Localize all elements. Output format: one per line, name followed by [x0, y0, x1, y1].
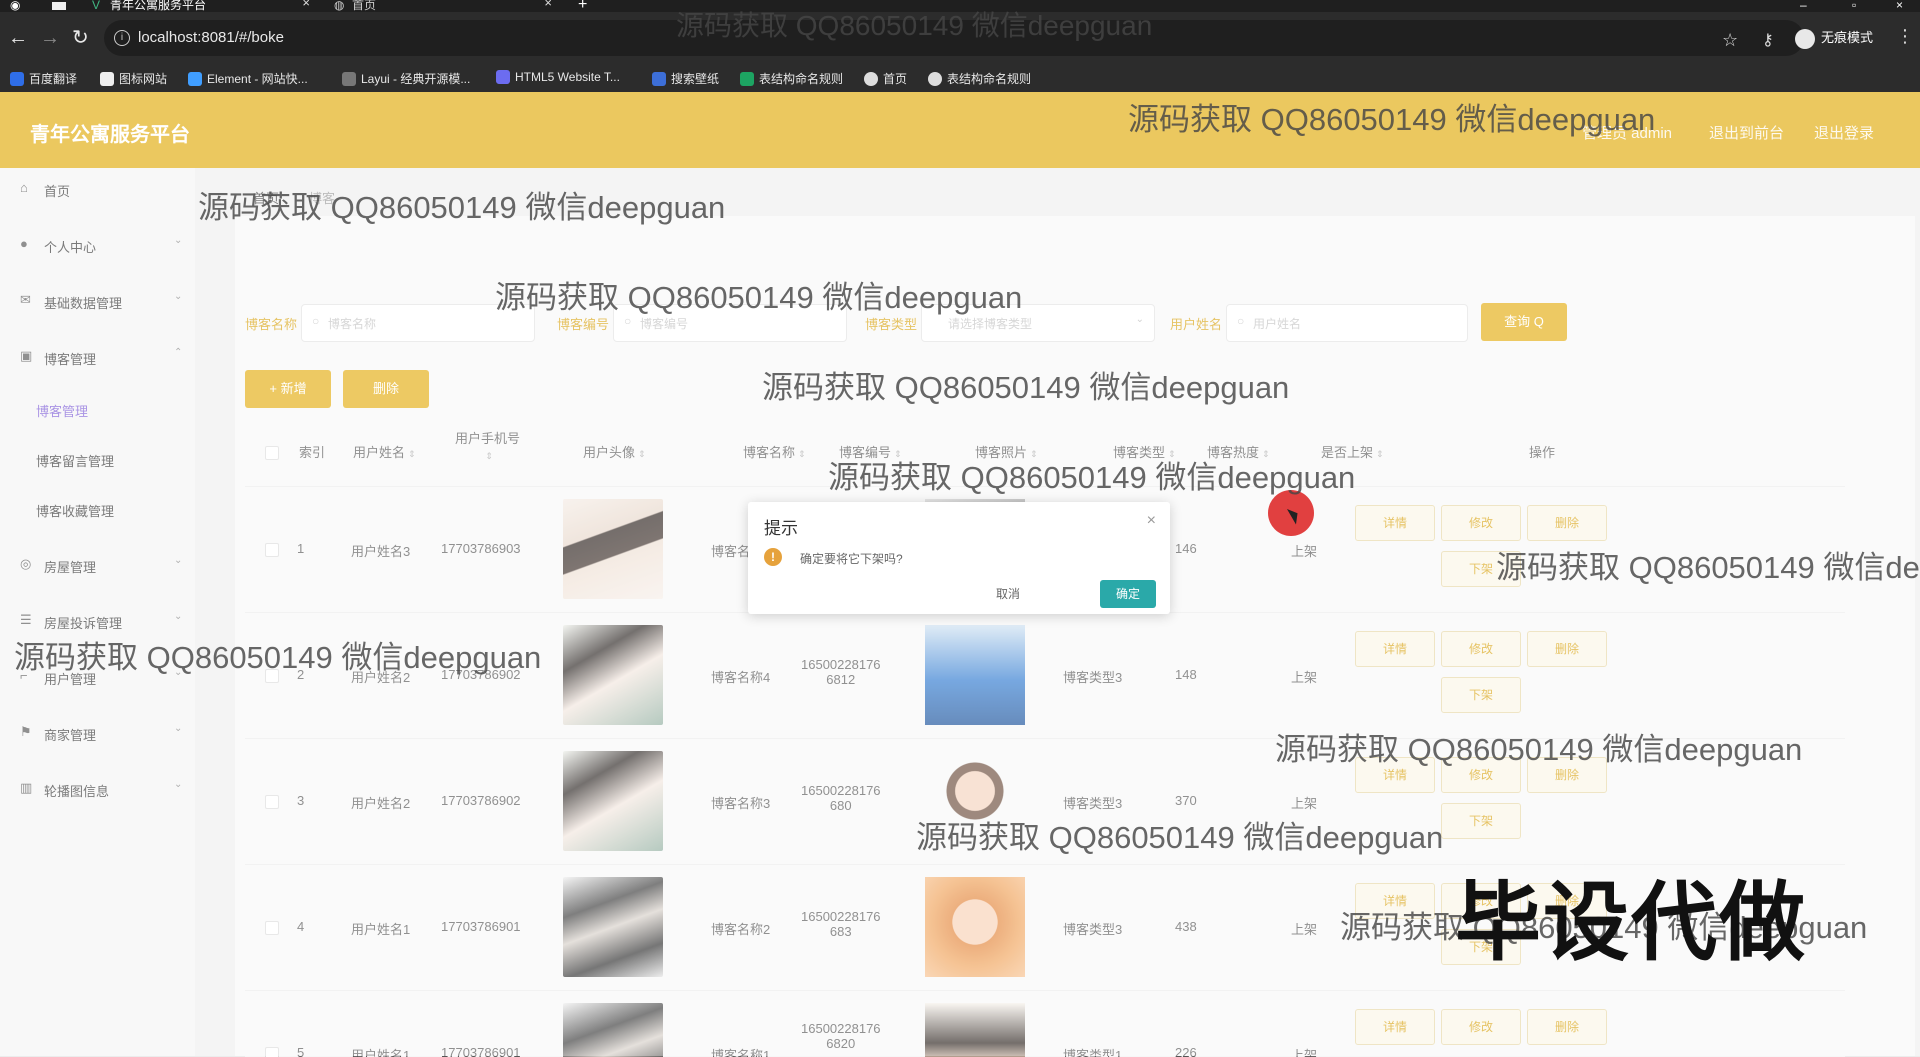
close-icon[interactable]: ×	[1147, 512, 1156, 530]
bookmark-icon	[10, 72, 24, 86]
wallpaper-icon	[652, 72, 666, 86]
bookmark-item[interactable]: 首页	[864, 70, 907, 87]
bookmark-item[interactable]: 图标网站	[100, 70, 167, 87]
close-icon[interactable]: ×	[302, 0, 310, 9]
maximize-icon[interactable]: ▫	[1852, 0, 1866, 12]
close-icon[interactable]: ×	[544, 0, 552, 9]
incognito-icon	[1795, 28, 1815, 49]
bookmark-star-icon[interactable]: ☆	[1722, 30, 1738, 51]
new-tab-button[interactable]: +	[578, 0, 592, 13]
reload-icon[interactable]: ↻	[72, 28, 89, 48]
address-bar: ← → ↻ i localhost:8081/#/boke ☆ ⚷ 无痕模式 ⋮	[0, 12, 1920, 64]
vue-icon: V	[92, 0, 101, 12]
globe-icon: ◍	[334, 0, 345, 12]
confirm-button[interactable]: 确定	[1100, 580, 1156, 608]
globe-icon	[864, 72, 878, 86]
menu-dots-icon[interactable]: ⋮	[1896, 26, 1914, 47]
dialog-message: 确定要将它下架吗?	[800, 552, 903, 566]
watermark-big-text: 毕设代做	[1455, 875, 1807, 971]
bookmark-item[interactable]: Layui - 经典开源模...	[342, 70, 470, 87]
flag-icon	[100, 72, 114, 86]
bookmark-item[interactable]: Element - 网站快...	[188, 70, 308, 87]
cancel-button[interactable]: 取消	[980, 580, 1036, 608]
dialog-title: 提示	[764, 519, 798, 538]
browser-menu-icon[interactable]: ◉	[10, 0, 22, 12]
info-icon[interactable]: i	[114, 30, 130, 46]
tab-home[interactable]: ◍ 首页 ×	[334, 0, 552, 12]
forward-icon[interactable]: →	[40, 28, 60, 48]
close-window-icon[interactable]: ×	[1896, 0, 1910, 12]
layui-icon	[342, 72, 356, 86]
bookmark-item[interactable]: 表结构命名规则	[740, 70, 843, 87]
sheet-icon	[740, 72, 754, 86]
warning-icon: !	[764, 548, 782, 566]
browser-tabstrip: ◉ V 青年公寓服务平台 × ◍ 首页 × + – ▫ ×	[0, 0, 1920, 13]
html5-icon	[496, 70, 510, 84]
key-icon[interactable]: ⚷	[1762, 30, 1774, 50]
confirm-dialog: 提示 × ! 确定要将它下架吗? 取消 确定	[748, 502, 1170, 614]
globe-icon	[928, 72, 942, 86]
tab-active[interactable]: V 青年公寓服务平台 ×	[92, 0, 310, 12]
back-icon[interactable]: ←	[8, 28, 28, 48]
minimize-icon[interactable]: –	[1800, 0, 1814, 12]
bookmarks-bar: 百度翻译 图标网站 Element - 网站快... Layui - 经典开源模…	[0, 64, 1920, 93]
url-text[interactable]: localhost:8081/#/boke	[138, 29, 284, 46]
url-field[interactable]: i localhost:8081/#/boke	[104, 20, 1804, 56]
bookmark-item[interactable]: 百度翻译	[10, 70, 77, 87]
bookmark-item[interactable]: 表结构命名规则	[928, 70, 1031, 87]
incognito-badge[interactable]: 无痕模式	[1795, 27, 1873, 49]
window-icon	[52, 2, 66, 10]
element-icon	[188, 72, 202, 86]
bookmark-item[interactable]: 搜索壁纸	[652, 70, 719, 87]
bookmark-item[interactable]: HTML5 Website T...	[496, 70, 620, 84]
